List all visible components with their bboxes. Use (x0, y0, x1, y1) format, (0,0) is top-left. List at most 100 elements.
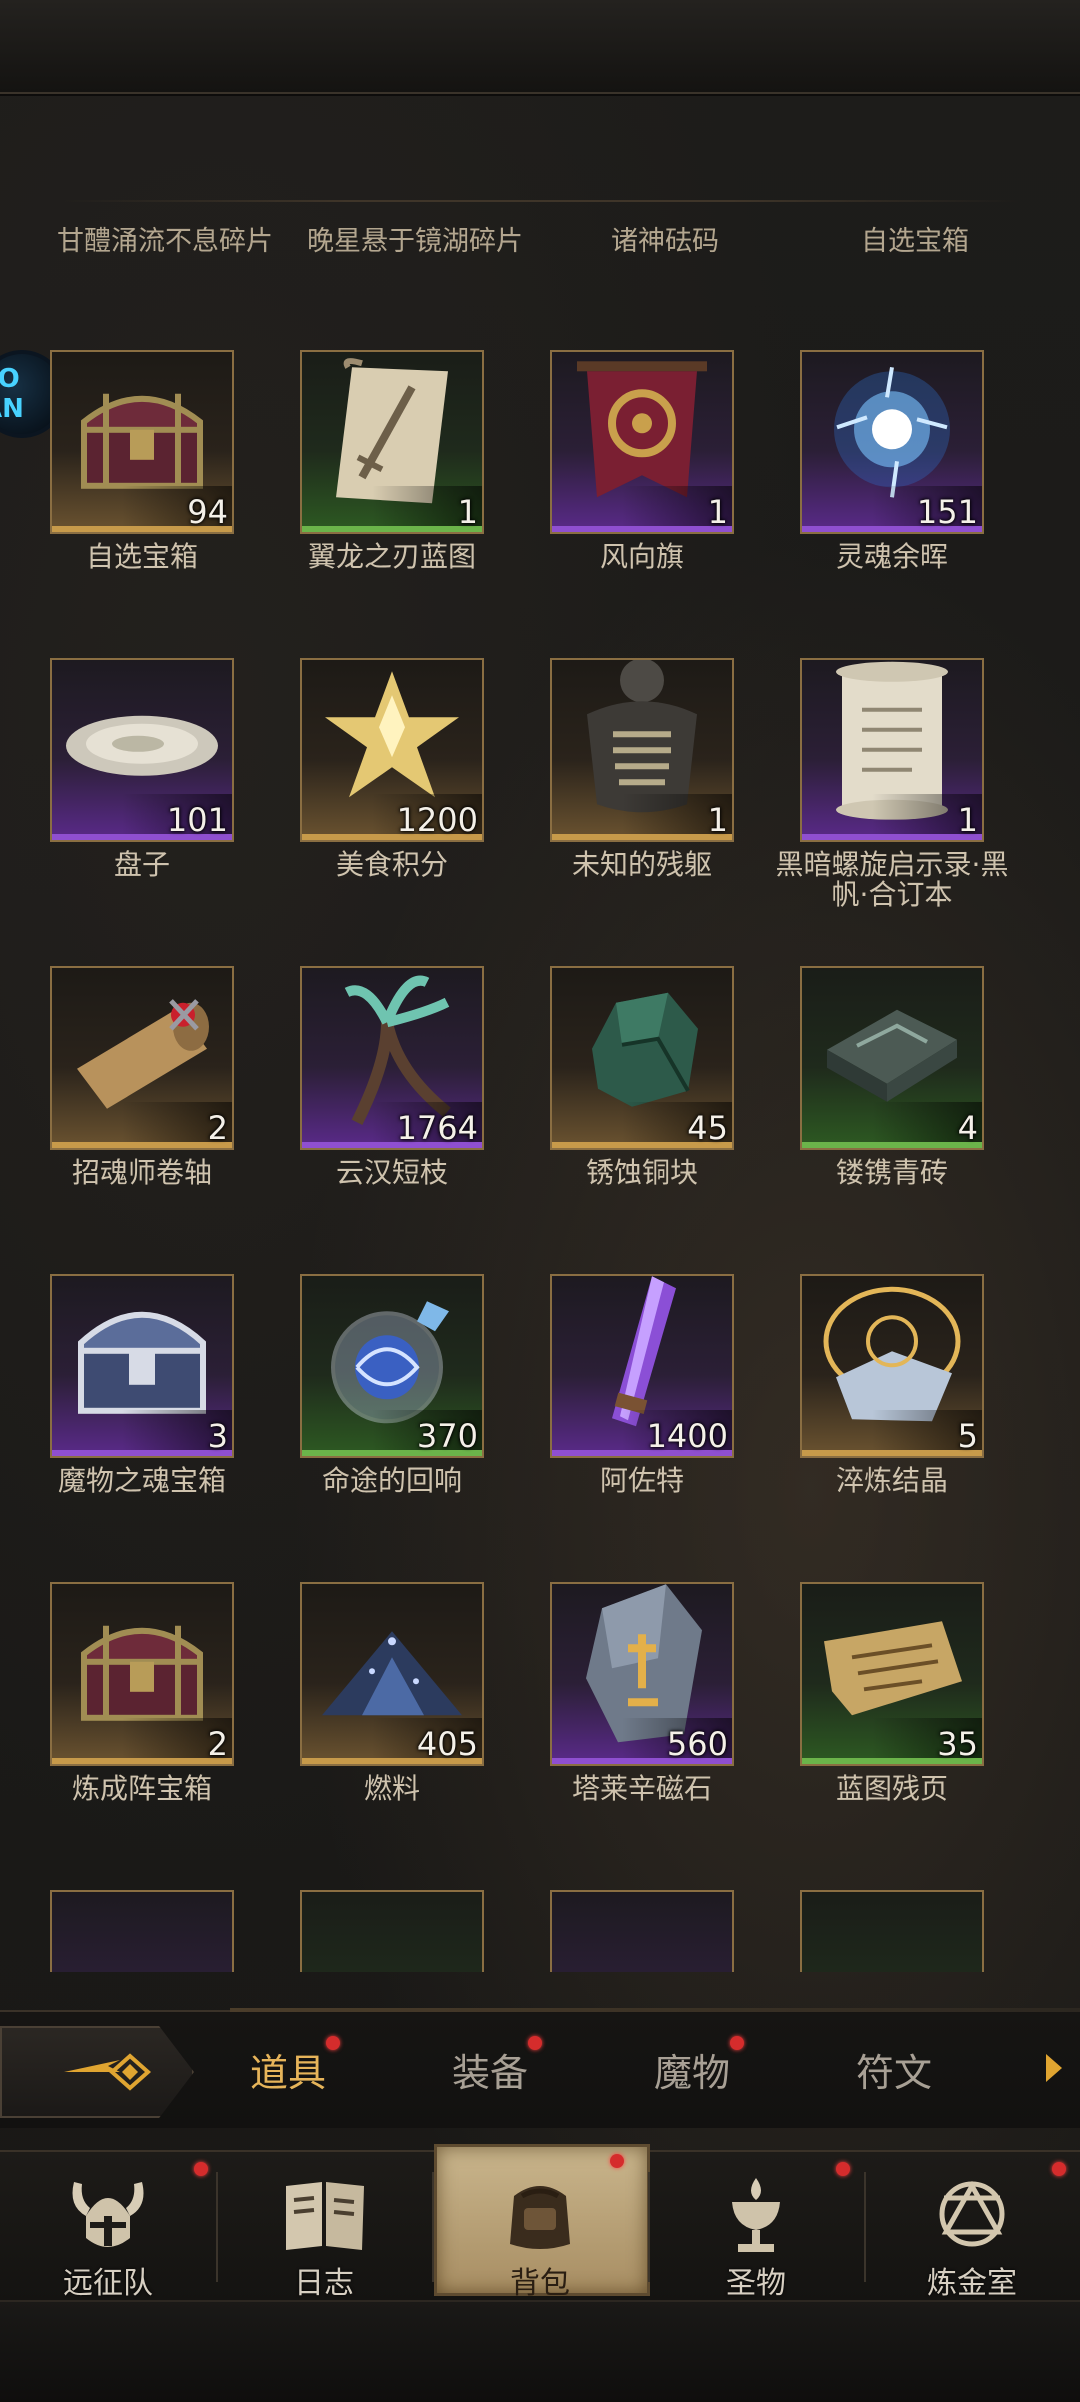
item-count: 1 (707, 493, 728, 531)
item-count: 2 (207, 1109, 228, 1147)
ice-ore-icon (817, 1897, 967, 1972)
item-slot[interactable] (800, 1890, 984, 1972)
nav-label: 日志 (294, 2266, 354, 2301)
tab-runes[interactable]: 符文 (856, 2042, 932, 2097)
item-slot[interactable]: 35 (800, 1582, 984, 1766)
item-count: 3 (207, 1417, 228, 1455)
item-slot[interactable]: 370 (300, 1274, 484, 1458)
item-slot[interactable]: 151 (800, 350, 984, 534)
item-slot[interactable]: 1200 (300, 658, 484, 842)
tab-equipment[interactable]: 装备 (452, 2036, 543, 2097)
item-label: 阿佐特 (599, 1464, 684, 1497)
item-label[interactable]: 自选宝箱 (800, 228, 1030, 255)
item-label: 燃料 (363, 1772, 420, 1805)
item-slot[interactable]: 1 (550, 350, 734, 534)
item-slot[interactable]: 1 (800, 658, 984, 842)
item-label: 锈蚀铜块 (585, 1156, 698, 1189)
item-label: 盘子 (113, 848, 170, 881)
notification-dot (326, 2036, 341, 2050)
item-label: 塔莱辛磁石 (571, 1772, 712, 1805)
nav-label: 背包 (510, 2266, 570, 2301)
item-label: 风向旗 (599, 540, 684, 573)
item-count: 1 (457, 493, 478, 531)
item-label: 翼龙之刃蓝图 (307, 540, 476, 573)
green-potion-icon (317, 1897, 467, 1972)
tab-label: 装备 (452, 2051, 529, 2095)
item-slot[interactable]: 45 (550, 966, 734, 1150)
scroll-right-arrow-icon[interactable] (1046, 2054, 1062, 2082)
category-tab-bar: 道具 装备 魔物 符文 (0, 2008, 1080, 2128)
plate-icon (62, 704, 222, 788)
backpack-icon (510, 2186, 570, 2249)
item-slot[interactable] (300, 1890, 484, 1972)
item-slot[interactable]: 1764 (300, 966, 484, 1150)
item-slot[interactable]: 1400 (550, 1274, 734, 1458)
inventory-grid[interactable]: 94 自选宝箱 1 翼龙之刃蓝图 1 风向旗 151 灵魂余晖 101 盘子 1200 美食积分 1 未知… (0, 330, 1080, 1972)
item-slot[interactable] (50, 1890, 234, 1972)
treasure-chest-icon (72, 374, 212, 498)
item-label: 魔物之魂宝箱 (57, 1464, 226, 1497)
top-frame (0, 0, 1080, 96)
item-count: 1200 (396, 801, 478, 839)
item-count: 94 (187, 493, 228, 531)
item-slot[interactable]: 94 (50, 350, 234, 534)
item-count: 1 (957, 801, 978, 839)
nav-backpack[interactable]: 背包 (432, 2144, 650, 2302)
nav-journal[interactable]: 日志 (216, 2152, 432, 2302)
notification-dot (194, 2162, 208, 2176)
item-count: 1 (707, 801, 728, 839)
tab-label: 魔物 (654, 2051, 731, 2095)
item-label: 命途的回响 (321, 1464, 462, 1497)
nav-expedition[interactable]: 远征队 (0, 2152, 216, 2302)
item-label[interactable]: 晚星悬于镜湖碎片 (300, 228, 530, 255)
item-slot[interactable]: 1 (300, 350, 484, 534)
item-slot[interactable]: 2 (50, 966, 234, 1150)
tab-items[interactable]: 道具 (250, 2036, 341, 2097)
item-count: 101 (166, 801, 228, 839)
carved-brick-icon (817, 990, 967, 1114)
bottom-navigation: 远征队 日志 背包 圣物 炼金室 (0, 2144, 1080, 2302)
item-slot[interactable]: 3 (50, 1274, 234, 1458)
treasure-chest-icon (72, 1606, 212, 1730)
item-label: 黑暗螺旋启示录·黑帆·合订本 (775, 848, 1009, 911)
nav-alchemy[interactable]: 炼金室 (864, 2152, 1080, 2302)
item-count: 2 (207, 1725, 228, 1763)
viking-helmet-icon (72, 2182, 144, 2247)
alchemy-symbol-icon (939, 2180, 1005, 2247)
item-slot[interactable]: 1 (550, 658, 734, 842)
item-label[interactable]: 诸神砝码 (550, 228, 780, 255)
item-slot[interactable]: 405 (300, 1582, 484, 1766)
tab-monsters[interactable]: 魔物 (654, 2036, 745, 2097)
item-slot[interactable] (550, 1890, 734, 1972)
item-label[interactable]: 甘醴涌流不息碎片 (50, 228, 280, 255)
item-label: 未知的残躯 (571, 848, 712, 881)
item-slot[interactable]: 4 (800, 966, 984, 1150)
item-count: 5 (957, 1417, 978, 1455)
item-label: 炼成阵宝箱 (71, 1772, 212, 1805)
bottom-frame (0, 2300, 1080, 2402)
item-label: 镂镌青砖 (835, 1156, 948, 1189)
ornament-line (60, 200, 1020, 202)
notification-dot (730, 2036, 745, 2050)
nav-label: 远征队 (63, 2266, 153, 2301)
item-slot[interactable]: 560 (550, 1582, 734, 1766)
diamond-arrow-icon (64, 2053, 152, 2091)
collapse-button[interactable] (0, 2026, 194, 2118)
item-label: 蓝图残页 (835, 1772, 948, 1805)
item-slot[interactable]: 2 (50, 1582, 234, 1766)
item-count: 560 (666, 1725, 728, 1763)
notification-dot (1052, 2162, 1066, 2176)
item-slot[interactable]: 101 (50, 658, 234, 842)
fuel-pile-icon (312, 1611, 472, 1725)
tab-label: 道具 (250, 2051, 327, 2095)
ice-crystal-icon (567, 1897, 717, 1972)
item-slot[interactable]: 5 (800, 1274, 984, 1458)
journal-book-icon (286, 2182, 364, 2250)
tab-bar-divider (230, 2008, 1080, 2012)
item-count: 35 (937, 1725, 978, 1763)
item-label: 云汉短枝 (335, 1156, 448, 1189)
item-label: 灵魂余晖 (835, 540, 948, 573)
item-count: 151 (916, 493, 978, 531)
item-label: 美食积分 (335, 848, 448, 881)
nav-relics[interactable]: 圣物 (648, 2152, 864, 2302)
